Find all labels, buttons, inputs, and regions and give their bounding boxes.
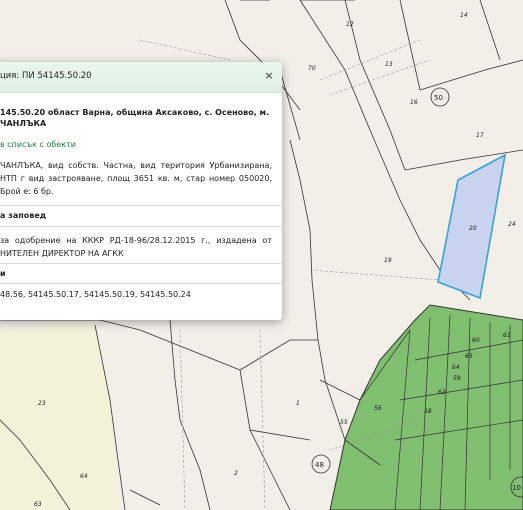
parcel-label: 58 — [424, 408, 432, 415]
parcel-label: 62 — [438, 389, 446, 396]
parcel-label: 23 — [38, 400, 46, 407]
parcel-info-popup: ция: ПИ 54145.50.20 × 145.50.20 област В… — [0, 62, 282, 320]
parcel-label: 61 — [503, 332, 511, 339]
parcel-label: 12 — [346, 21, 354, 28]
popup-title: ция: ПИ 54145.50.20 — [0, 71, 92, 81]
neighbor-parcels: 48.56, 54145.50.17, 54145.50.19, 54145.5… — [0, 290, 191, 299]
close-icon[interactable]: × — [262, 68, 276, 84]
parcel-label: 65 — [465, 353, 473, 360]
svg-text:48: 48 — [315, 461, 324, 469]
parcel-label: 59 — [453, 375, 461, 382]
order-text: за одобрение на КККР РД-18-96/28.12.2015… — [0, 236, 272, 258]
popup-header: ция: ПИ 54145.50.20 × — [0, 62, 282, 93]
neighbors-section-heading: и — [0, 269, 6, 278]
parcel-label: 56 — [374, 405, 382, 412]
parcel-label: 64 — [452, 364, 460, 371]
parcel-label: 19 — [384, 257, 392, 264]
parcel-label: 24 — [508, 221, 516, 228]
divider — [0, 283, 282, 284]
parcel-label: 13 — [385, 61, 393, 68]
parcel-label: 63 — [34, 501, 42, 508]
parcel-label: 70 — [308, 65, 316, 72]
divider — [0, 263, 282, 264]
divider — [0, 226, 282, 227]
svg-text:50: 50 — [434, 94, 443, 102]
parcel-description: ЧАНЛЪКА, вид собств. Частна, вид територ… — [0, 161, 272, 196]
parcel-label: 1 — [296, 400, 300, 407]
parcel-address: 145.50.20 област Варна, община Аксаково,… — [0, 108, 270, 128]
svg-text:10: 10 — [512, 484, 521, 492]
parcel-label: 17 — [476, 132, 484, 139]
divider — [0, 205, 282, 206]
parcel-label: 16 — [410, 99, 418, 106]
parcel-label: 2 — [234, 470, 238, 477]
parcel-label: 60 — [472, 337, 480, 344]
add-to-list-link[interactable]: в списък с обекти — [0, 140, 272, 149]
parcel-label: 14 — [460, 12, 468, 19]
parcel-label: 55 — [340, 419, 348, 426]
parcel-label: 64 — [80, 473, 88, 480]
parcel-label: 20 — [469, 225, 477, 232]
order-section-heading: а заповед — [0, 211, 47, 220]
